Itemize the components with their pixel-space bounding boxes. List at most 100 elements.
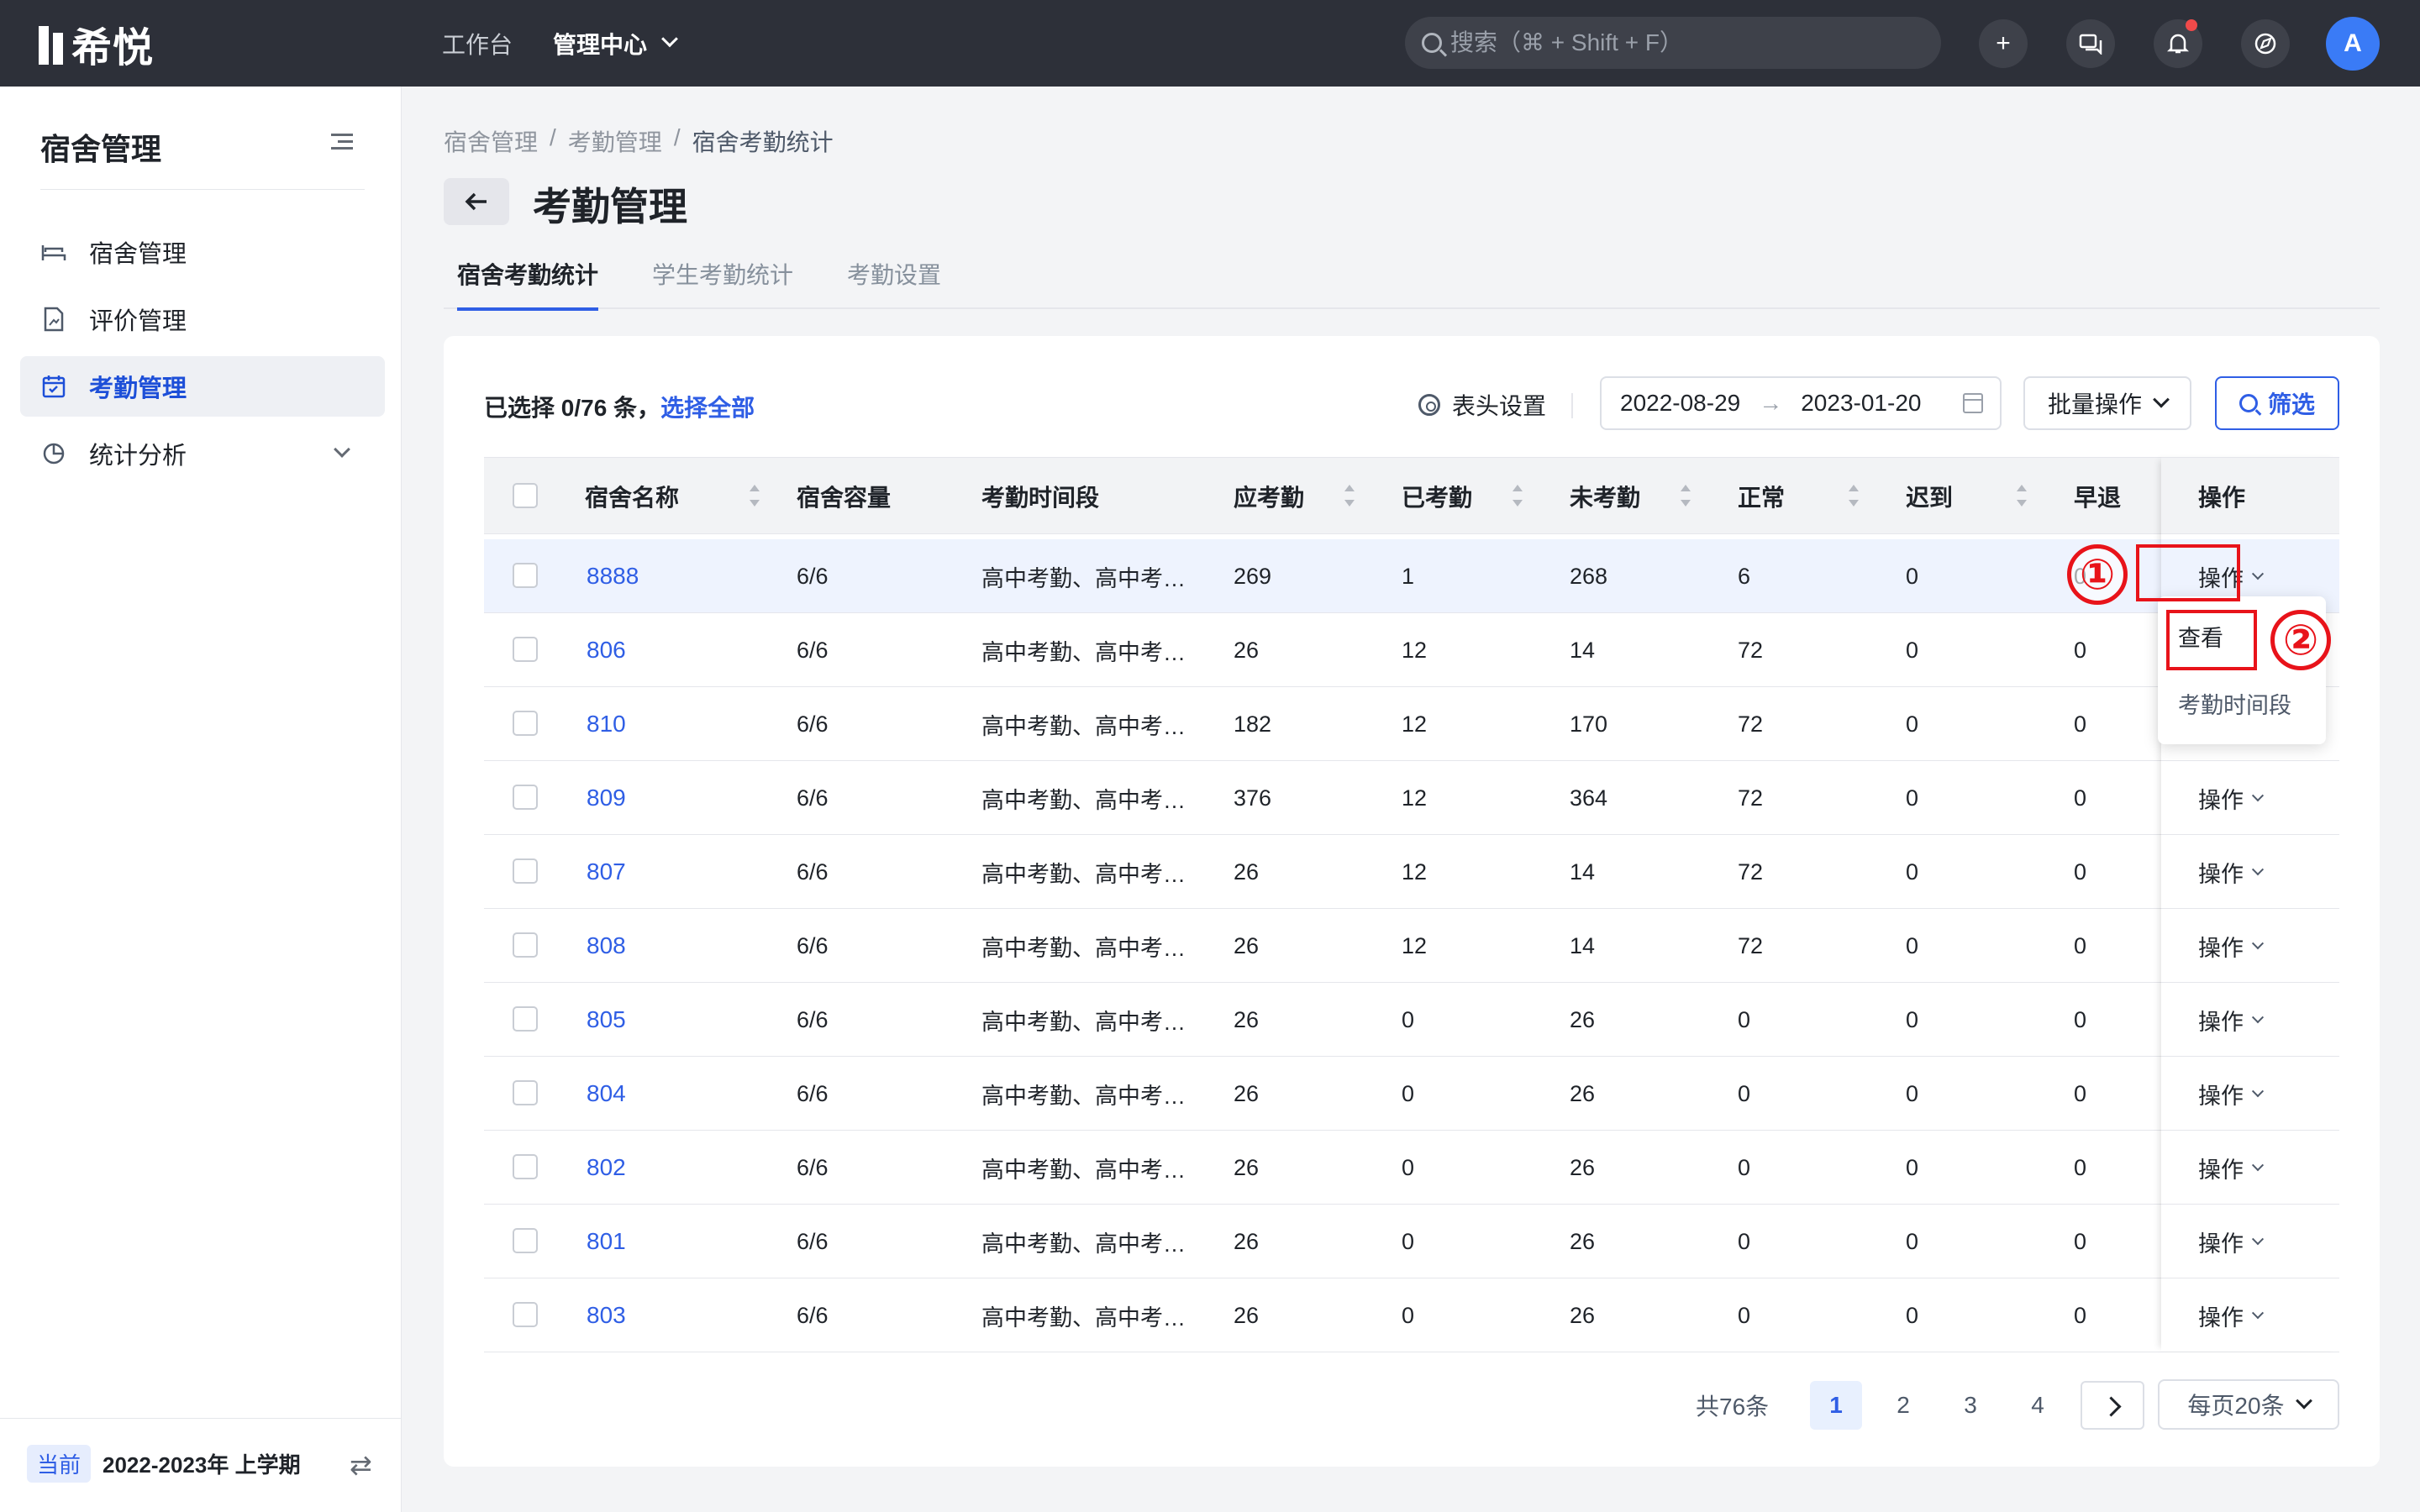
col-dorm-name[interactable]: 宿舍名称 bbox=[585, 458, 679, 535]
row-checkbox[interactable] bbox=[513, 932, 538, 958]
table-row[interactable]: 802 6/6 高中考勤、高中考… 26 0 26 0 0 0 操作 bbox=[484, 1131, 2339, 1205]
row-checkbox[interactable] bbox=[513, 1006, 538, 1032]
sidebar-item-statistics[interactable]: 统计分析 bbox=[20, 423, 385, 484]
col-late[interactable]: 迟到 bbox=[1906, 458, 1953, 535]
row-actions-label: 操作 bbox=[2198, 861, 2244, 887]
logo-icon bbox=[39, 23, 63, 65]
row-checkbox[interactable] bbox=[513, 858, 538, 884]
row-actions-dropdown[interactable]: 操作 bbox=[2198, 1131, 2265, 1205]
table-row[interactable]: 808 6/6 高中考勤、高中考… 26 12 14 72 0 0 操作 bbox=[484, 909, 2339, 983]
row-actions-dropdown[interactable]: 操作 bbox=[2198, 1057, 2265, 1131]
tab-student-attendance-stats[interactable]: 学生考勤统计 bbox=[652, 249, 793, 309]
row-actions-dropdown[interactable]: 操作 bbox=[2198, 983, 2265, 1057]
row-checkbox[interactable] bbox=[513, 711, 538, 736]
table-row[interactable]: 8888 6/6 高中考勤、高中考… 269 1 268 6 0 0 操作 bbox=[484, 539, 2339, 613]
col-attended[interactable]: 已考勤 bbox=[1402, 458, 1472, 535]
sort-icon[interactable] bbox=[1344, 483, 1355, 508]
page-size-select[interactable]: 每页20条 bbox=[2158, 1379, 2339, 1430]
cell-absent: 268 bbox=[1570, 563, 1608, 589]
sidebar-item-attendance[interactable]: 考勤管理 bbox=[20, 356, 385, 417]
table-row[interactable]: 803 6/6 高中考勤、高中考… 26 0 26 0 0 0 操作 bbox=[484, 1278, 2339, 1352]
nav-workbench[interactable]: 工作台 bbox=[442, 0, 513, 87]
dorm-name-link[interactable]: 808 bbox=[587, 909, 626, 983]
nav-admin-center[interactable]: 管理中心 bbox=[553, 0, 678, 87]
row-checkbox[interactable] bbox=[513, 785, 538, 810]
table-row[interactable]: 809 6/6 高中考勤、高中考… 376 12 364 72 0 0 操作 bbox=[484, 761, 2339, 835]
dorm-name-link[interactable]: 804 bbox=[587, 1057, 626, 1131]
toolbar-divider bbox=[1571, 393, 1573, 418]
row-checkbox[interactable] bbox=[513, 563, 538, 588]
dorm-name-link[interactable]: 809 bbox=[587, 761, 626, 835]
page-3-button[interactable]: 3 bbox=[1944, 1381, 1996, 1430]
sidebar-item-dorm-management[interactable]: 宿舍管理 bbox=[20, 222, 385, 282]
cell-late: 0 bbox=[1906, 563, 1919, 589]
filter-button[interactable]: 筛选 bbox=[2215, 376, 2339, 430]
col-normal[interactable]: 正常 bbox=[1738, 458, 1785, 535]
row-checkbox[interactable] bbox=[513, 637, 538, 662]
cell-late: 0 bbox=[1906, 858, 1919, 885]
sidebar-item-evaluation[interactable]: 评价管理 bbox=[20, 289, 385, 349]
apps-button[interactable] bbox=[2241, 19, 2290, 68]
collapse-sidebar-icon[interactable] bbox=[331, 134, 353, 150]
table-row[interactable]: 804 6/6 高中考勤、高中考… 26 0 26 0 0 0 操作 bbox=[484, 1057, 2339, 1131]
date-start[interactable]: 2022-08-29 bbox=[1620, 390, 1740, 417]
back-button[interactable] bbox=[444, 178, 509, 225]
table-row[interactable]: 805 6/6 高中考勤、高中考… 26 0 26 0 0 0 操作 bbox=[484, 983, 2339, 1057]
dorm-name-link[interactable]: 805 bbox=[587, 983, 626, 1057]
switch-term-icon[interactable]: ⇄ bbox=[350, 1449, 372, 1481]
dorm-name-link[interactable]: 8888 bbox=[587, 539, 639, 613]
app-logo[interactable]: 希悦 bbox=[39, 20, 154, 71]
search-input[interactable] bbox=[1450, 29, 1921, 56]
table-row[interactable]: 801 6/6 高中考勤、高中考… 26 0 26 0 0 0 操作 bbox=[484, 1205, 2339, 1278]
sort-icon[interactable] bbox=[750, 483, 760, 508]
cell-early-leave: 0 bbox=[2074, 637, 2087, 663]
date-range-picker[interactable]: 2022-08-29 → 2023-01-20 bbox=[1600, 376, 2002, 430]
sidebar-divider bbox=[40, 189, 365, 190]
row-actions-dropdown[interactable]: 操作 bbox=[2198, 835, 2265, 909]
batch-actions-button[interactable]: 批量操作 bbox=[2023, 376, 2191, 430]
cell-absent: 14 bbox=[1570, 637, 1596, 663]
sort-icon[interactable] bbox=[1849, 483, 1859, 508]
row-checkbox[interactable] bbox=[513, 1302, 538, 1327]
add-button[interactable]: + bbox=[1979, 19, 2028, 68]
row-checkbox[interactable] bbox=[513, 1228, 538, 1253]
page-1-button[interactable]: 1 bbox=[1810, 1381, 1862, 1430]
notifications-button[interactable] bbox=[2154, 19, 2202, 68]
select-all-checkbox[interactable] bbox=[513, 483, 538, 508]
dorm-name-link[interactable]: 803 bbox=[587, 1278, 626, 1352]
avatar[interactable]: A bbox=[2326, 17, 2380, 71]
row-checkbox[interactable] bbox=[513, 1154, 538, 1179]
table-row[interactable]: 810 6/6 高中考勤、高中考… 182 12 170 72 0 0 bbox=[484, 687, 2339, 761]
row-actions-dropdown[interactable]: 操作 bbox=[2198, 1278, 2265, 1352]
header-settings-button[interactable]: 表头设置 bbox=[1418, 388, 1546, 422]
breadcrumb-item[interactable]: 考勤管理 bbox=[568, 124, 662, 158]
row-checkbox[interactable] bbox=[513, 1080, 538, 1105]
dorm-name-link[interactable]: 801 bbox=[587, 1205, 626, 1278]
sort-icon[interactable] bbox=[2017, 483, 2027, 508]
tab-dorm-attendance-stats[interactable]: 宿舍考勤统计 bbox=[457, 249, 599, 311]
next-page-button[interactable] bbox=[2081, 1381, 2144, 1430]
col-expected[interactable]: 应考勤 bbox=[1234, 458, 1304, 535]
tab-attendance-settings[interactable]: 考勤设置 bbox=[847, 249, 941, 309]
date-end[interactable]: 2023-01-20 bbox=[1801, 390, 1921, 417]
col-absent[interactable]: 未考勤 bbox=[1570, 458, 1640, 535]
menu-item-attendance-period[interactable]: 考勤时间段 bbox=[2178, 687, 2291, 720]
dorm-name-link[interactable]: 806 bbox=[587, 613, 626, 687]
page-4-button[interactable]: 4 bbox=[2012, 1381, 2064, 1430]
sort-icon[interactable] bbox=[1512, 483, 1523, 508]
global-search[interactable] bbox=[1405, 17, 1941, 69]
page-2-button[interactable]: 2 bbox=[1877, 1381, 1929, 1430]
select-all-link[interactable]: 选择全部 bbox=[660, 395, 755, 421]
dorm-name-link[interactable]: 802 bbox=[587, 1131, 626, 1205]
row-actions-dropdown[interactable]: 操作 bbox=[2198, 909, 2265, 983]
messages-button[interactable] bbox=[2066, 19, 2115, 68]
dorm-name-link[interactable]: 810 bbox=[587, 687, 626, 761]
dorm-name-link[interactable]: 807 bbox=[587, 835, 626, 909]
breadcrumb-item[interactable]: 宿舍管理 bbox=[444, 124, 538, 158]
row-actions-dropdown[interactable]: 操作 bbox=[2198, 761, 2265, 835]
sort-icon[interactable] bbox=[1681, 483, 1691, 508]
cell-capacity: 6/6 bbox=[797, 1302, 829, 1328]
table-row[interactable]: 806 6/6 高中考勤、高中考… 26 12 14 72 0 0 bbox=[484, 613, 2339, 687]
row-actions-dropdown[interactable]: 操作 bbox=[2198, 1205, 2265, 1278]
table-row[interactable]: 807 6/6 高中考勤、高中考… 26 12 14 72 0 0 操作 bbox=[484, 835, 2339, 909]
